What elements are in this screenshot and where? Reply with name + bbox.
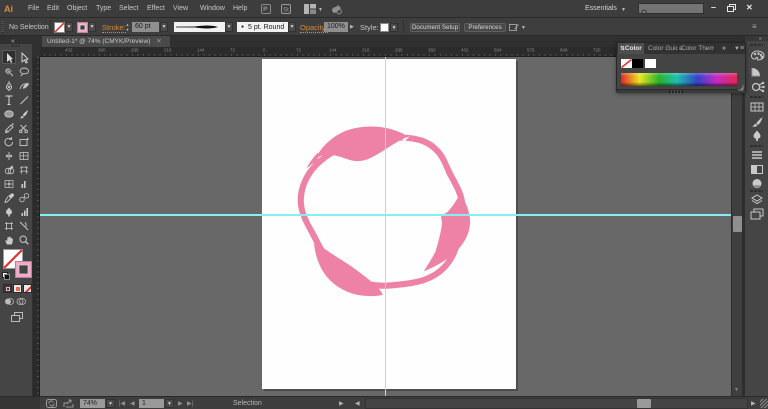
- svg-text:St: St: [283, 8, 289, 14]
